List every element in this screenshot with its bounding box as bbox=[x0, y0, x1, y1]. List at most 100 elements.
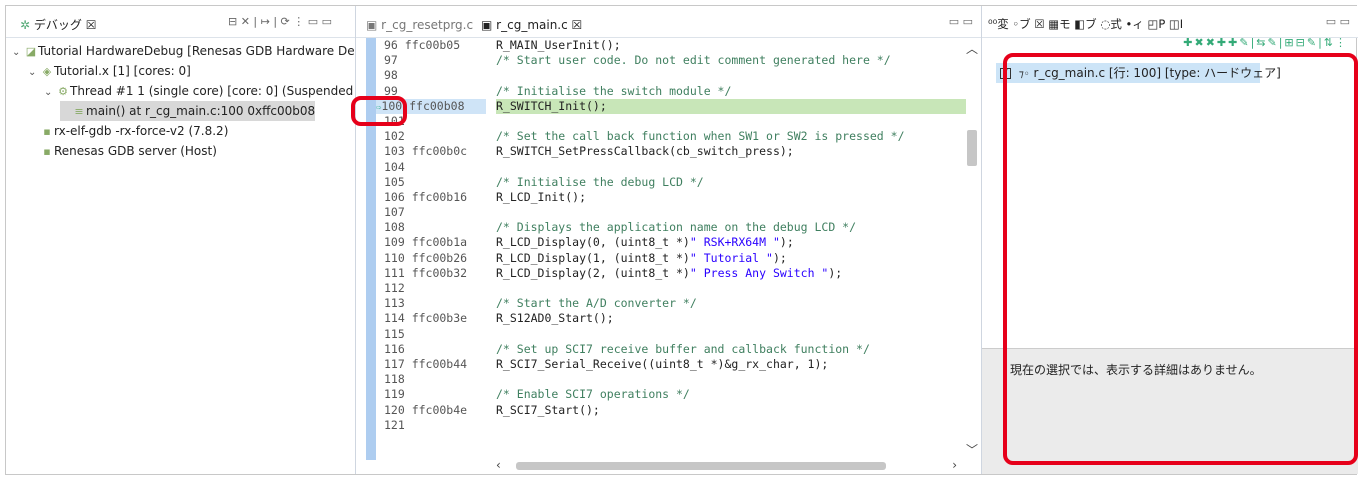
code-token: ); bbox=[828, 265, 843, 280]
code-line[interactable] bbox=[496, 68, 966, 83]
highlight-box-line-100 bbox=[351, 96, 407, 126]
debug-tree-item[interactable]: ⌄ ⚙ Thread #1 1 (single core) [core: 0] (S… bbox=[44, 81, 355, 103]
debug-tree-item[interactable]: ▪ rx-elf-gdb -rx-force-v2 (7.8.2) bbox=[28, 121, 228, 141]
line-number-text: 121 bbox=[384, 417, 405, 432]
line-number: 106 ffc00b16 bbox=[376, 190, 486, 205]
expand-chevron-icon[interactable]: ⌄ bbox=[44, 83, 56, 103]
tree-node-label: main() at r_cg_main.c:100 0xffc00b08 bbox=[86, 104, 316, 118]
code-string: " RSK+RX64M " bbox=[689, 235, 780, 250]
line-number: 98 bbox=[376, 68, 486, 83]
code-line[interactable] bbox=[496, 160, 966, 175]
tree-node-icon: ▪ bbox=[43, 145, 51, 158]
code-line[interactable]: /* Set up SCI7 receive buffer and callba… bbox=[496, 342, 966, 357]
code-line[interactable]: /* Initialise the debug LCD */ bbox=[496, 175, 966, 190]
code-line[interactable] bbox=[496, 327, 966, 342]
code-line[interactable]: /* Initialise the switch module */ bbox=[496, 84, 966, 99]
code-line[interactable] bbox=[496, 418, 966, 433]
line-number-text: 110 ffc00b26 bbox=[384, 250, 468, 265]
code-string: " Tutorial " bbox=[689, 250, 773, 265]
code-line[interactable]: R_S12AD0_Start(); bbox=[496, 311, 966, 326]
scroll-up-icon[interactable]: ︿ bbox=[966, 40, 978, 57]
line-number-text: 96 ffc00b05 bbox=[384, 38, 461, 52]
code-line[interactable]: /* Displays the application name on the … bbox=[496, 220, 966, 235]
code-line[interactable]: R_SCI7_Serial_Receive((uint8_t *)&g_rx_c… bbox=[496, 357, 966, 372]
code-comment: /* Start user code. Do not edit comment … bbox=[496, 53, 891, 68]
code-line[interactable]: R_MAIN_UserInit(); bbox=[496, 38, 966, 53]
code-line[interactable] bbox=[496, 114, 966, 129]
debug-icon: ✲ bbox=[20, 18, 31, 32]
debug-toolbar[interactable]: ⊟ ✕ | ↦ | ⟳ ⋮ ▭ ▭ bbox=[228, 15, 332, 28]
code-token: ); bbox=[779, 235, 794, 250]
line-number: 121 bbox=[376, 418, 486, 433]
code-token: R_LCD_Display(0, (uint8_t *) bbox=[496, 235, 690, 250]
code-comment: /* Displays the application name on the … bbox=[496, 220, 857, 235]
horizontal-scroll-thumb[interactable] bbox=[516, 462, 886, 470]
code-area[interactable]: R_MAIN_UserInit();/* Start user code. Do… bbox=[496, 38, 966, 433]
line-number: 105 bbox=[376, 175, 486, 190]
line-number-text: 105 bbox=[384, 174, 405, 189]
debug-tree-item[interactable]: ≡ main() at r_cg_main.c:100 0xffc00b08 bbox=[60, 101, 316, 121]
code-line[interactable]: R_SWITCH_SetPressCallback(cb_switch_pres… bbox=[496, 144, 966, 159]
line-number-text: 108 bbox=[384, 220, 405, 235]
code-line[interactable] bbox=[496, 205, 966, 220]
debug-tree-item[interactable]: ▪ Renesas GDB server (Host) bbox=[28, 141, 217, 161]
tree-node-icon: ◪ bbox=[25, 45, 37, 58]
code-token: R_SWITCH_SetPressCallback(cb_switch_pres… bbox=[496, 144, 794, 159]
debug-tree-item[interactable]: ⌄ ◈ Tutorial.x [1] [cores: 0] bbox=[28, 61, 191, 81]
breakpoints-toolbar[interactable]: ✚✖✖✚✚✎|⇆✎|⊞⊟✎|⇅⋮ bbox=[1183, 36, 1348, 49]
expand-chevron-icon[interactable]: ⌄ bbox=[12, 43, 24, 63]
line-number: 104 bbox=[376, 160, 486, 175]
code-line[interactable]: R_LCD_Display(1, (uint8_t *)" Tutorial "… bbox=[496, 251, 966, 266]
code-token: R_MAIN_UserInit(); bbox=[496, 38, 621, 52]
code-token: ); bbox=[772, 250, 787, 265]
tree-node-label: rx-elf-gdb -rx-force-v2 (7.8.2) bbox=[54, 124, 229, 138]
code-comment: /* Initialise the switch module */ bbox=[496, 83, 732, 98]
code-token: R_LCD_Display(2, (uint8_t *) bbox=[496, 265, 690, 280]
line-number: 111 ffc00b32 bbox=[376, 266, 486, 281]
code-line[interactable]: /* Enable SCI7 operations */ bbox=[496, 387, 966, 402]
view-tabs[interactable]: ⁰⁰変 ◦ブ ☒ ▦モ ◧ブ ◌式 •ィ ◰P ◫I bbox=[988, 16, 1183, 32]
tree-node-label: Tutorial.x [1] [cores: 0] bbox=[54, 64, 191, 78]
line-number: 116 bbox=[376, 342, 486, 357]
code-line[interactable] bbox=[496, 281, 966, 296]
scroll-left-icon[interactable]: ‹ bbox=[496, 458, 501, 472]
code-line[interactable]: R_SCI7_Start(); bbox=[496, 403, 966, 418]
line-number-text: 97 bbox=[384, 53, 398, 68]
line-number: 103 ffc00b0c bbox=[376, 144, 486, 159]
line-number: 109 ffc00b1a bbox=[376, 235, 486, 250]
line-number-text: 109 ffc00b1a bbox=[384, 235, 468, 250]
code-string: " Press Any Switch " bbox=[689, 265, 829, 280]
code-comment: /* Enable SCI7 operations */ bbox=[496, 387, 690, 402]
code-line[interactable]: R_SWITCH_Init(); bbox=[496, 98, 966, 114]
tree-node-icon: ◈ bbox=[42, 65, 52, 78]
code-token: R_SCI7_Serial_Receive((uint8_t *)&g_rx_c… bbox=[496, 356, 829, 371]
scroll-down-icon[interactable]: ﹀ bbox=[966, 441, 978, 458]
vertical-scroll-thumb[interactable] bbox=[967, 130, 977, 166]
editor-window-controls[interactable]: ▭ ▭ bbox=[949, 15, 973, 28]
c-file-icon: ▣ bbox=[366, 18, 378, 32]
vertical-scrollbar[interactable]: ︿ ﹀ bbox=[965, 38, 979, 458]
tab-r-cg-main[interactable]: ▣ r_cg_main.c ☒ bbox=[481, 18, 582, 32]
horizontal-scrollbar[interactable]: ‹ › bbox=[488, 458, 965, 474]
code-line[interactable] bbox=[496, 372, 966, 387]
line-number-text: 104 bbox=[384, 159, 405, 174]
code-line[interactable]: /* Set the call back function when SW1 o… bbox=[496, 129, 966, 144]
code-line[interactable]: R_LCD_Display(0, (uint8_t *)" RSK+RX64M … bbox=[496, 235, 966, 250]
tab-debug[interactable]: ✲ デバッグ ☒ bbox=[20, 16, 96, 33]
debug-tree-item[interactable]: ⌄ ◪ Tutorial HardwareDebug [Renesas GDB Ha… bbox=[12, 41, 355, 63]
scroll-right-icon[interactable]: › bbox=[952, 458, 957, 472]
code-comment: /* Set the call back function when SW1 o… bbox=[496, 129, 905, 144]
line-number: 96 ffc00b05 bbox=[376, 38, 486, 53]
code-line[interactable]: R_LCD_Display(2, (uint8_t *)" Press Any … bbox=[496, 266, 966, 281]
line-number-text: 118 bbox=[384, 372, 405, 387]
code-token: R_SCI7_Start(); bbox=[496, 402, 600, 417]
line-number-text: 106 ffc00b16 bbox=[384, 189, 468, 204]
tab-r-cg-resetprg[interactable]: ▣ r_cg_resetprg.c bbox=[366, 18, 473, 32]
expand-chevron-icon[interactable]: ⌄ bbox=[28, 63, 40, 83]
tree-node-icon: ▪ bbox=[43, 125, 51, 138]
code-line[interactable]: /* Start user code. Do not edit comment … bbox=[496, 53, 966, 68]
code-line[interactable]: R_LCD_Init(); bbox=[496, 190, 966, 205]
code-line[interactable]: /* Start the A/D converter */ bbox=[496, 296, 966, 311]
line-number: 113 bbox=[376, 296, 486, 311]
breakpoints-window-controls[interactable]: ▭ ▭ bbox=[1326, 15, 1350, 28]
